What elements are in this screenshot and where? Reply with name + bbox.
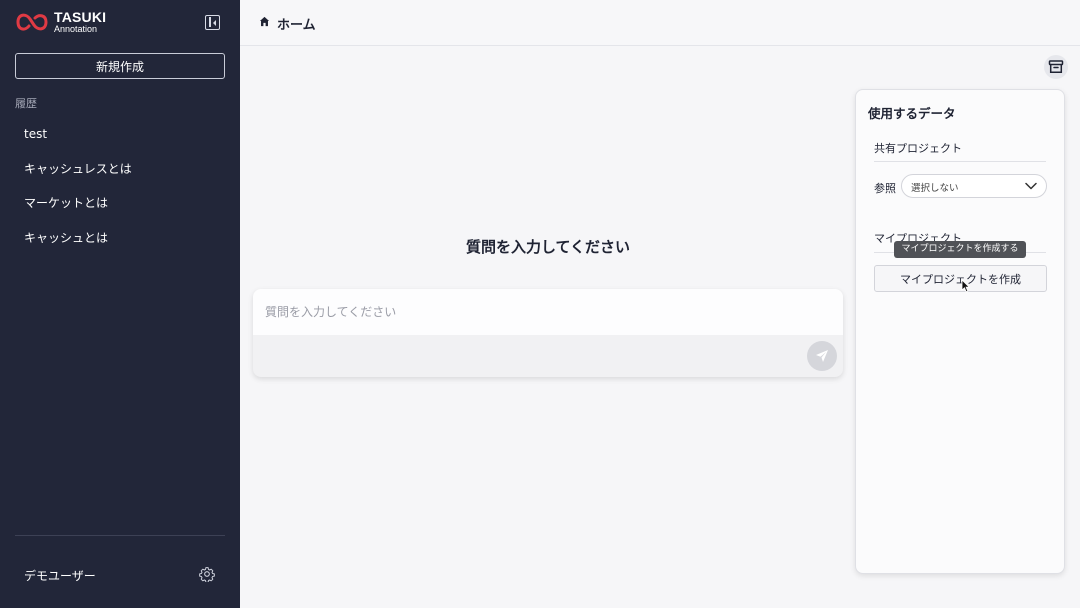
archive-icon	[1048, 60, 1064, 73]
send-icon	[816, 350, 828, 362]
sidebar-collapse-icon[interactable]	[205, 15, 220, 30]
logo-subtitle: Annotation	[54, 24, 98, 34]
archive-button[interactable]	[1044, 55, 1068, 79]
logo[interactable]: TASUKI Annotation	[14, 10, 106, 34]
mouse-cursor-icon	[961, 279, 970, 293]
send-button[interactable]	[807, 341, 837, 371]
panel-title: 使用するデータ	[868, 106, 956, 121]
main-heading: 質問を入力してください	[465, 238, 631, 256]
history-item[interactable]: キャッシュとは	[0, 226, 240, 261]
home-icon	[259, 16, 270, 27]
reference-selected-value: 選択しない	[911, 183, 959, 194]
sidebar: TASUKI Annotation 新規作成 履歴 test キャッシュレスとは…	[0, 0, 240, 608]
reference-select[interactable]: 選択しない	[901, 174, 1047, 198]
tasuki-logo-icon	[16, 13, 48, 31]
history-item[interactable]: test	[0, 122, 240, 157]
user-name[interactable]: デモユーザー	[24, 567, 96, 584]
history-item[interactable]: キャッシュレスとは	[0, 157, 240, 192]
shared-project-label: 共有プロジェクト	[874, 142, 962, 155]
history-heading: 履歴	[15, 97, 37, 110]
sidebar-divider	[15, 535, 225, 536]
chevron-down-icon	[1025, 182, 1037, 190]
reference-label: 参照	[874, 182, 896, 195]
new-chat-button[interactable]: 新規作成	[15, 53, 225, 79]
history-list: test キャッシュレスとは マーケットとは キャッシュとは	[0, 122, 240, 260]
tooltip: マイプロジェクトを作成する	[894, 241, 1026, 258]
question-input[interactable]	[253, 289, 843, 335]
section-divider	[874, 161, 1046, 162]
gear-icon[interactable]	[199, 566, 215, 582]
data-panel: 使用するデータ 共有プロジェクト 参照 選択しない マイプロジェクト マイプロジ…	[855, 89, 1065, 574]
top-header: ホーム	[240, 0, 1080, 46]
page-title: ホーム	[277, 18, 316, 33]
history-item[interactable]: マーケットとは	[0, 191, 240, 226]
logo-text: TASUKI Annotation	[54, 10, 106, 34]
chat-composer	[253, 289, 843, 377]
logo-title: TASUKI	[54, 9, 107, 25]
